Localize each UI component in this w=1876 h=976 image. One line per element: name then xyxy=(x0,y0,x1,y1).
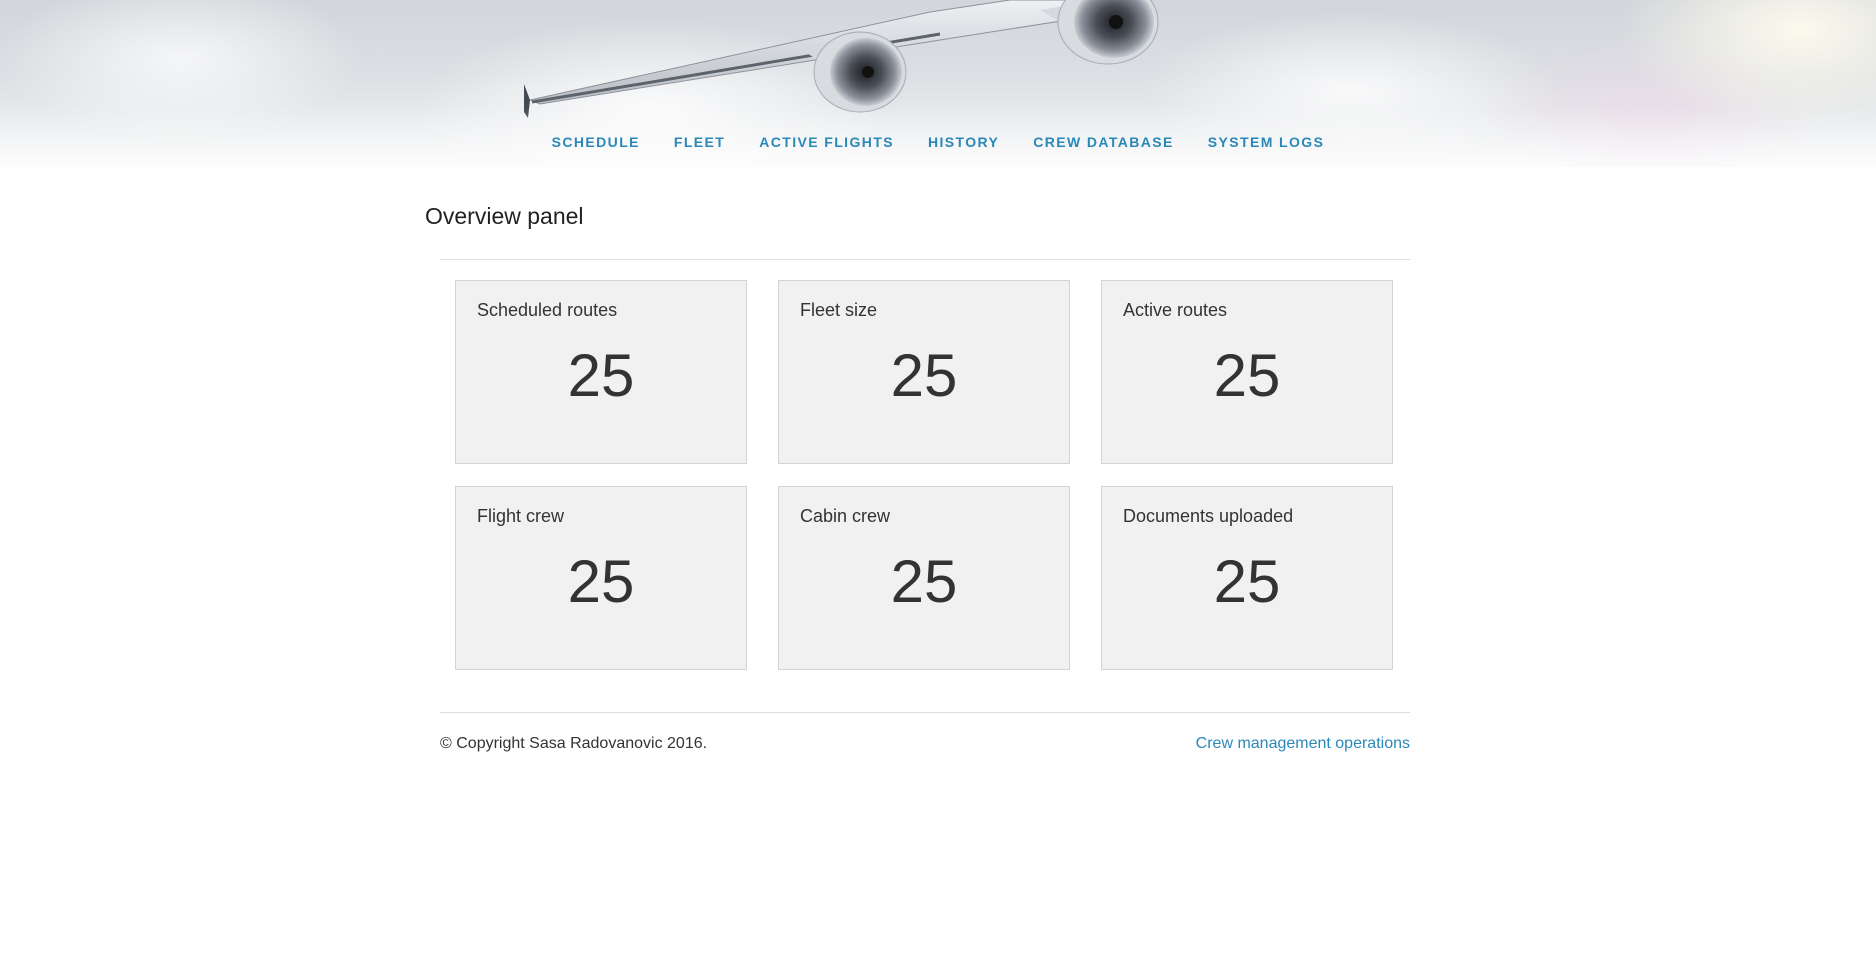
card-documents-uploaded: Documents uploaded 25 xyxy=(1101,486,1393,670)
nav-schedule[interactable]: SCHEDULE xyxy=(552,134,640,150)
card-value: 25 xyxy=(890,548,958,615)
copyright-text: © Copyright Sasa Radovanovic 2016. xyxy=(440,735,708,752)
page-title: Overview panel xyxy=(425,203,584,229)
card-cabin-crew: Cabin crew 25 xyxy=(778,486,1070,670)
card-value: 25 xyxy=(1213,548,1281,615)
card-value: 25 xyxy=(1213,342,1281,409)
card-active-routes: Active routes 25 xyxy=(1101,280,1393,464)
card-label: Fleet size xyxy=(800,300,878,320)
nav-active-flights[interactable]: ACTIVE FLIGHTS xyxy=(759,134,894,150)
card-fleet-size: Fleet size 25 xyxy=(778,280,1070,464)
main-nav: SCHEDULE FLEET ACTIVE FLIGHTS HISTORY CR… xyxy=(0,134,1876,150)
nav-history[interactable]: HISTORY xyxy=(928,134,999,150)
card-label: Flight crew xyxy=(477,506,565,526)
card-flight-crew: Flight crew 25 xyxy=(455,486,747,670)
divider-top xyxy=(440,259,1410,260)
card-value: 25 xyxy=(567,548,635,615)
footer-link[interactable]: Crew management operations xyxy=(1196,735,1410,753)
card-value: 25 xyxy=(890,342,958,409)
nav-system-logs[interactable]: SYSTEM LOGS xyxy=(1208,134,1325,150)
card-label: Active routes xyxy=(1123,300,1228,320)
nav-crew-database[interactable]: CREW DATABASE xyxy=(1033,134,1174,150)
header-banner: SCHEDULE FLEET ACTIVE FLIGHTS HISTORY CR… xyxy=(0,0,1876,167)
card-scheduled-routes: Scheduled routes 25 xyxy=(455,280,747,464)
card-label: Cabin crew xyxy=(800,506,891,526)
nav-fleet[interactable]: FLEET xyxy=(674,134,725,150)
card-label: Scheduled routes xyxy=(477,300,618,320)
card-value: 25 xyxy=(567,342,635,409)
card-label: Documents uploaded xyxy=(1123,506,1294,526)
divider-bottom xyxy=(440,712,1410,713)
